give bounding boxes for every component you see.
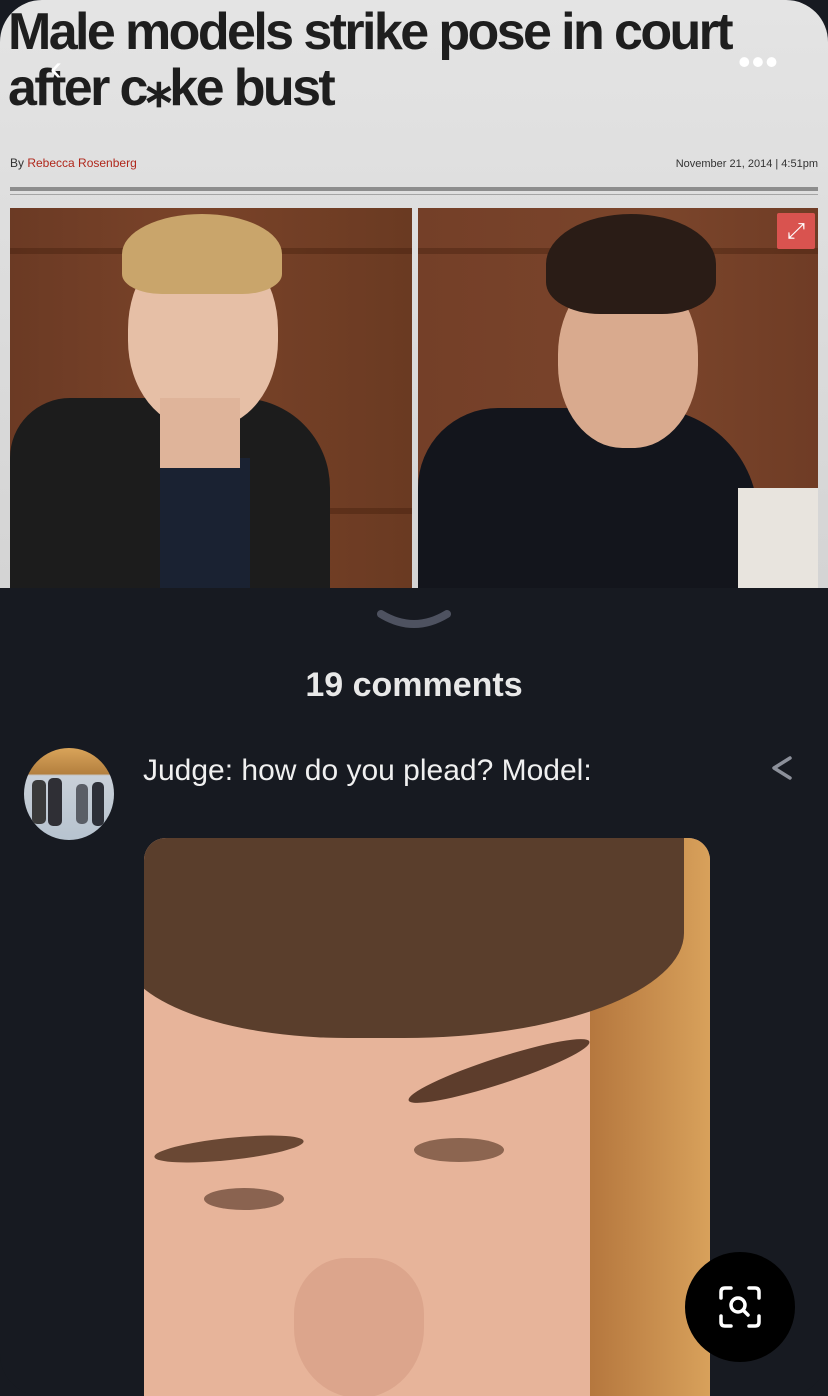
more-options-button[interactable]: ••• (738, 44, 782, 80)
hair-blond (122, 214, 282, 294)
back-button[interactable]: ‹ (50, 50, 86, 86)
avatar[interactable] (24, 748, 114, 840)
screen: Male models strike pose in court after c… (0, 0, 828, 1396)
pin-caption: Judge: how do you plead? Model: (143, 754, 592, 787)
nose (294, 1258, 424, 1396)
photo-blond-model (10, 208, 412, 588)
headline-line-2: after c⁎ke bust (8, 59, 336, 117)
visual-search-button[interactable] (685, 1252, 795, 1362)
article-byline: By Rebecca Rosenberg (10, 156, 137, 170)
chevron-down-icon[interactable] (377, 608, 451, 634)
photo-dark-haired-model (418, 208, 818, 588)
expand-icon[interactable]: ⤢ (777, 213, 815, 249)
chevron-left-icon: ‹ (50, 47, 62, 88)
comments-count-button[interactable]: 19 comments (0, 666, 828, 705)
headline-line-1: Male models strike pose in court (8, 3, 734, 61)
eyebrow-left (153, 1130, 305, 1168)
eye-left (204, 1188, 284, 1210)
article-image[interactable]: Male models strike pose in court after c… (0, 0, 828, 588)
shirt (160, 458, 250, 588)
hair-dark (546, 214, 716, 314)
byline-author: Rebecca Rosenberg (27, 156, 137, 170)
lens-search-icon (719, 1286, 761, 1328)
headline-divider (10, 187, 818, 191)
article-headline: Male models strike pose in court after c… (8, 4, 798, 116)
share-icon[interactable] (766, 752, 798, 784)
byline-prefix: By (10, 156, 28, 170)
neck (160, 398, 240, 468)
light-background (738, 488, 818, 588)
eye-right (414, 1138, 504, 1162)
eyebrow-right (404, 1029, 594, 1113)
more-horizontal-icon: ••• (738, 41, 779, 82)
article-dateline: November 21, 2014 | 4:51pm (675, 158, 818, 170)
meme-image[interactable] (144, 838, 710, 1396)
headline-divider-thin (10, 194, 818, 195)
